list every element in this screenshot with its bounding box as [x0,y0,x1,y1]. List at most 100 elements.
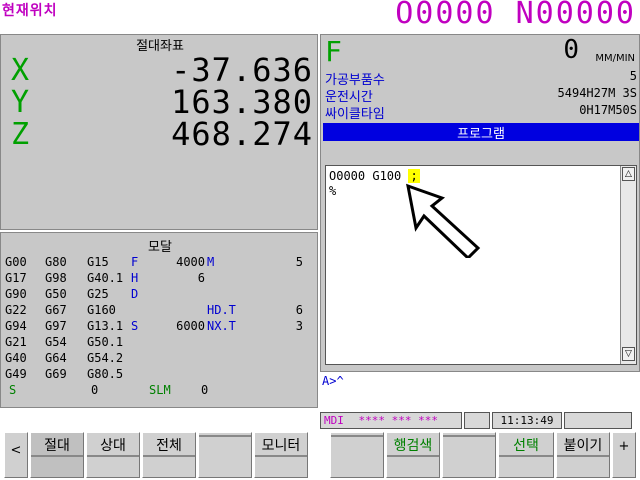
program-scrollbar[interactable]: △ ▽ [620,166,636,364]
modal-code-cell: S [131,319,139,333]
modal-code-cell: HD.T [207,303,236,317]
axis-label: X [11,53,30,88]
feed-unit: MM/MIN [595,53,635,64]
spindle-value: 0 [91,383,99,397]
right-info-panel: F 0 MM/MIN 가공부품수 5 운전시간 5494H27M 3S 싸이클타… [320,34,640,372]
program-header: 프로그램 [323,123,639,142]
modal-code-cell: G13.1 [87,319,124,333]
modal-code-cell: G40 [5,351,27,365]
modal-code-cell: G40.1 [87,271,124,285]
modal-code-cell: G64 [45,351,67,365]
modal-code-table: G00 G80 G15 F 4000 M 5 G17 G98 G40.1 H 6 G90 G50 G25 D G… [3,255,317,395]
modal-row: G49 G69 G80.5 [3,367,317,383]
modal-title: 모달 [148,240,172,255]
modal-code-cell: G50 [45,287,67,301]
softkey-prev-button[interactable]: < [4,432,28,478]
absolute-position-panel: 절대좌표 X -37.636 Y 163.380 Z 468.274 [0,34,318,230]
scroll-down-icon[interactable]: ▽ [622,347,635,361]
modal-code-cell: G90 [5,287,27,301]
modal-code-cell: G97 [45,319,67,333]
axis-label: Z [11,117,30,152]
screen-title: 현재위치 [2,3,58,19]
axis-label: Y [11,85,30,120]
modal-code-cell: 6 [295,303,303,317]
modal-row: G94 G97 G13.1 S 6000 NX.T 3 [3,319,317,335]
info-value: 5 [629,69,637,83]
modal-code-cell: H [131,271,139,285]
key-input-line[interactable]: A>^ [320,374,640,392]
feed-value: 0 [563,35,579,65]
softkey-select-button[interactable]: 선택 [498,432,554,478]
modal-code-cell: G54.2 [87,351,124,365]
softkey-right-blank-1-button[interactable] [330,432,384,478]
softkey-absolute-button[interactable]: 절대 [30,432,84,478]
modal-row: G17 G98 G40.1 H 6 [3,271,317,287]
modal-code-cell: G50.1 [87,335,124,349]
modal-code-cell: 6000 [176,319,205,333]
softkey-blank-button[interactable] [198,432,252,478]
mode-indicator: MDI **** *** *** [320,412,462,429]
modal-panel: 모달 G00 G80 G15 F 4000 M 5 G17 G98 G40.1 H 6 G90 G50 G2… [0,232,318,408]
axis-row-x: X -37.636 [7,51,313,89]
info-row-cycle-time: 싸이클타임 0H17M50S [325,103,637,122]
modal-code-cell: G160 [87,303,116,317]
clock: 11:13:49 [492,412,562,429]
modal-code-cell: G17 [5,271,27,285]
arrow-pointer-icon [406,183,481,258]
info-row-parts-count: 가공부품수 5 [325,69,637,88]
modal-code-cell: G49 [5,367,27,381]
modal-row: G00 G80 G15 F 4000 M 5 [3,255,317,271]
info-value: 0H17M50S [579,103,637,117]
feed-label: F [325,35,342,68]
modal-code-cell: G54 [45,335,67,349]
axis-row-z: Z 468.274 [7,115,313,153]
status-blank [464,412,490,429]
softkey-paste-button[interactable]: 붙이기 [556,432,610,478]
slm-label: SLM [149,383,171,397]
modal-code-cell: G25 [87,287,109,301]
modal-code-cell: 6 [197,271,205,285]
modal-row: G22 G67 G160 HD.T 6 [3,303,317,319]
modal-code-cell: G00 [5,255,27,269]
modal-code-cell: 3 [295,319,303,333]
softkey-line-search-button[interactable]: 행검색 [386,432,440,478]
softkey-monitor-button[interactable]: 모니터 [254,432,308,478]
program-editor[interactable]: O0000 G100 ; % △ ▽ [325,165,637,365]
softkey-next-button[interactable]: + [612,432,636,478]
program-end-line[interactable]: % [329,184,336,198]
modal-code-cell: G98 [45,271,67,285]
spindle-label: S [9,383,17,397]
modal-code-cell: G80 [45,255,67,269]
status-bar: MDI **** *** *** 11:13:49 [320,412,640,430]
info-value: 5494H27M 3S [557,86,637,100]
modal-code-cell: G69 [45,367,67,381]
slm-value: 0 [201,383,209,397]
axis-row-y: Y 163.380 [7,83,313,121]
modal-row: G40 G64 G54.2 [3,351,317,367]
program-line-text: O0000 G100 [329,169,409,183]
modal-code-cell: 5 [295,255,303,269]
modal-code-cell: G67 [45,303,67,317]
modal-code-cell: G21 [5,335,27,349]
modal-code-cell: NX.T [207,319,236,333]
scroll-up-icon[interactable]: △ [622,167,635,181]
info-row-run-time: 운전시간 5494H27M 3S [325,86,637,105]
softkey-all-button[interactable]: 전체 [142,432,196,478]
modal-row: G21 G54 G50.1 [3,335,317,351]
modal-row: G90 G50 G25 D [3,287,317,303]
mode-label: MDI [324,414,344,427]
modal-code-cell: D [131,287,139,301]
modal-code-cell: F [131,255,139,269]
modal-code-cell: G22 [5,303,27,317]
modal-code-cell: M [207,255,215,269]
modal-code-cell: G15 [87,255,109,269]
modal-code-cell: G80.5 [87,367,124,381]
program-sequence-number: O0000 N00000 [395,0,636,31]
modal-code-cell: G94 [5,319,27,333]
softkey-right-blank-2-button[interactable] [442,432,496,478]
info-label: 싸이클타임 [325,107,385,122]
status-spare [564,412,632,429]
softkey-relative-button[interactable]: 상대 [86,432,140,478]
status-stars: **** *** *** [358,414,438,427]
modal-code-cell: 4000 [176,255,205,269]
